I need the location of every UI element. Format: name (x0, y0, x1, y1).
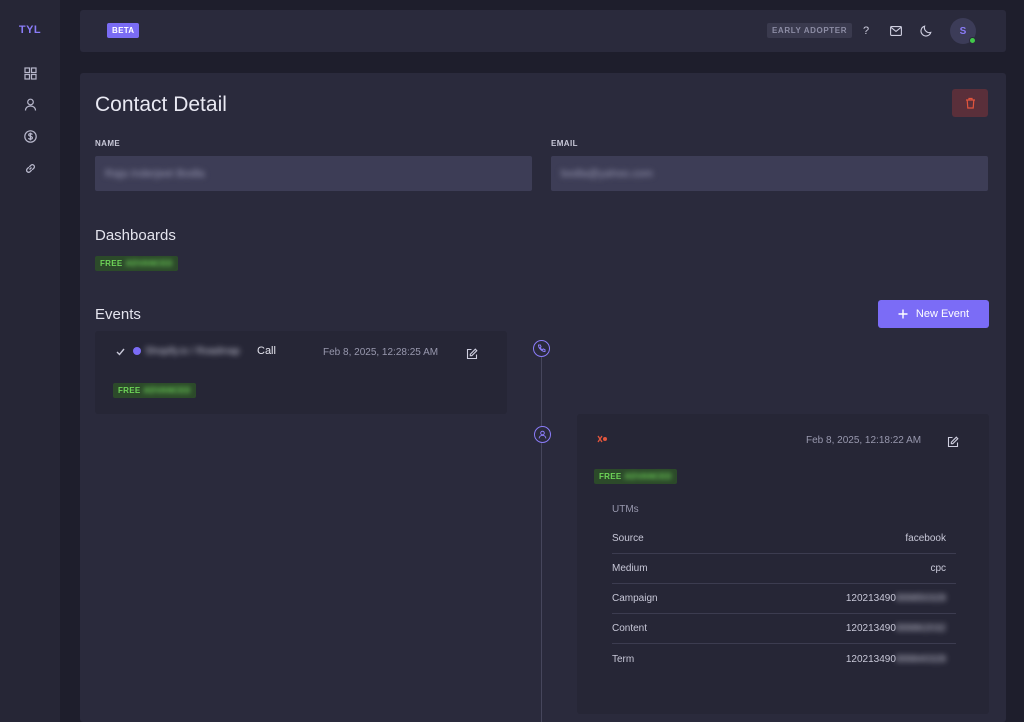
utm-row: Campaign 120213490899850328 (612, 584, 956, 614)
help-icon[interactable]: ? (859, 24, 873, 38)
events-title: Events (95, 306, 141, 323)
utm-value: 120213490899862032 (846, 623, 956, 634)
utm-value-hidden: 899850328 (895, 593, 946, 604)
badge-label: FREE (599, 472, 622, 481)
delete-button[interactable] (952, 89, 988, 117)
moon-icon[interactable] (919, 24, 933, 38)
utm-value-visible: cpc (930, 563, 946, 574)
source-logo-icon (597, 435, 607, 443)
timeline-line (541, 357, 542, 722)
dashboards-title: Dashboards (95, 227, 176, 244)
utm-key: Term (612, 653, 635, 665)
email-label: EMAIL (551, 139, 578, 148)
dollar-icon[interactable] (21, 127, 39, 145)
utm-value-visible: 120213490 (845, 653, 896, 665)
utm-row: Term 120213490899840328 (612, 644, 956, 674)
badge-hidden: ADVANCED (143, 386, 191, 395)
badge-hidden: ADVANCED (624, 472, 672, 481)
trash-icon (965, 97, 975, 109)
plus-icon (898, 309, 908, 319)
edit-icon[interactable] (466, 348, 478, 360)
utm-value-hidden: 899862032 (895, 623, 946, 634)
event-time: Feb 8, 2025, 12:18:22 AM (806, 435, 922, 446)
utm-key: Source (612, 533, 644, 544)
check-icon (116, 348, 125, 356)
help-label: ? (862, 25, 870, 37)
utm-row: Content 120213490899862032 (612, 614, 956, 644)
mail-icon[interactable] (889, 24, 903, 38)
contact-detail-card: Contact Detail NAME Raja Inderjeet Bodla… (80, 73, 1006, 722)
phone-call-icon (533, 340, 550, 357)
user-icon[interactable] (21, 95, 39, 113)
link-icon[interactable] (21, 159, 39, 177)
beta-badge: BETA (107, 23, 140, 38)
event-title-hidden: Shopify.io / Roadmap (145, 346, 240, 357)
utm-key: Medium (612, 563, 648, 574)
name-field[interactable]: Raja Inderjeet Bodla (95, 156, 532, 191)
avatar-initial: S (959, 25, 967, 37)
sidebar: TYL (0, 0, 60, 722)
utm-key: Content (612, 623, 648, 634)
early-adopter-badge: EARLY ADOPTER (767, 23, 853, 38)
event-dot-icon (133, 347, 141, 355)
utm-row: Medium cpc (612, 554, 956, 584)
email-field[interactable]: bodla@yahoo.com (551, 156, 988, 191)
badge-hidden: ADVANCED (125, 259, 173, 268)
utm-value: 120213490899840328 (846, 654, 956, 665)
utm-value-visible: facebook (905, 533, 946, 544)
event-title-suffix: Call (257, 345, 276, 357)
utm-value-visible: 120213490 (845, 593, 896, 604)
event-badge[interactable]: FREE ADVANCED (594, 469, 677, 484)
grid-icon[interactable] (21, 64, 39, 82)
name-value: Raja Inderjeet Bodla (105, 167, 205, 180)
top-bar: BETA EARLY ADOPTER ? S (80, 10, 1006, 52)
online-status-dot (969, 37, 976, 44)
email-value: bodla@yahoo.com (561, 167, 653, 180)
utm-value-visible: 120213490 (845, 623, 896, 634)
app-logo[interactable]: TYL (0, 24, 60, 36)
name-label: NAME (95, 139, 121, 148)
badge-label: FREE (118, 386, 141, 395)
badge-label: FREE (100, 259, 123, 268)
utms-title: UTMs (612, 504, 639, 515)
utm-value: cpc (930, 563, 956, 574)
page-title: Contact Detail (95, 93, 227, 116)
event-card-call[interactable]: Shopify.io / Roadmap Call Feb 8, 2025, 1… (95, 331, 507, 414)
utm-value: facebook (905, 533, 956, 544)
utm-value-hidden: 899840328 (895, 653, 946, 665)
utm-value: 120213490899850328 (846, 593, 956, 604)
event-time: Feb 8, 2025, 12:28:25 AM (323, 347, 439, 358)
event-card-visit[interactable]: Feb 8, 2025, 12:18:22 AM FREE ADVANCED U… (577, 414, 989, 714)
new-event-button[interactable]: New Event (878, 300, 989, 328)
utm-key: Campaign (612, 593, 658, 604)
new-event-label: New Event (915, 308, 970, 320)
user-event-icon (534, 426, 551, 443)
utm-row: Source facebook (612, 524, 956, 554)
event-badge[interactable]: FREE ADVANCED (113, 383, 196, 398)
dashboard-badge[interactable]: FREE ADVANCED (95, 256, 178, 271)
edit-icon[interactable] (947, 436, 959, 448)
